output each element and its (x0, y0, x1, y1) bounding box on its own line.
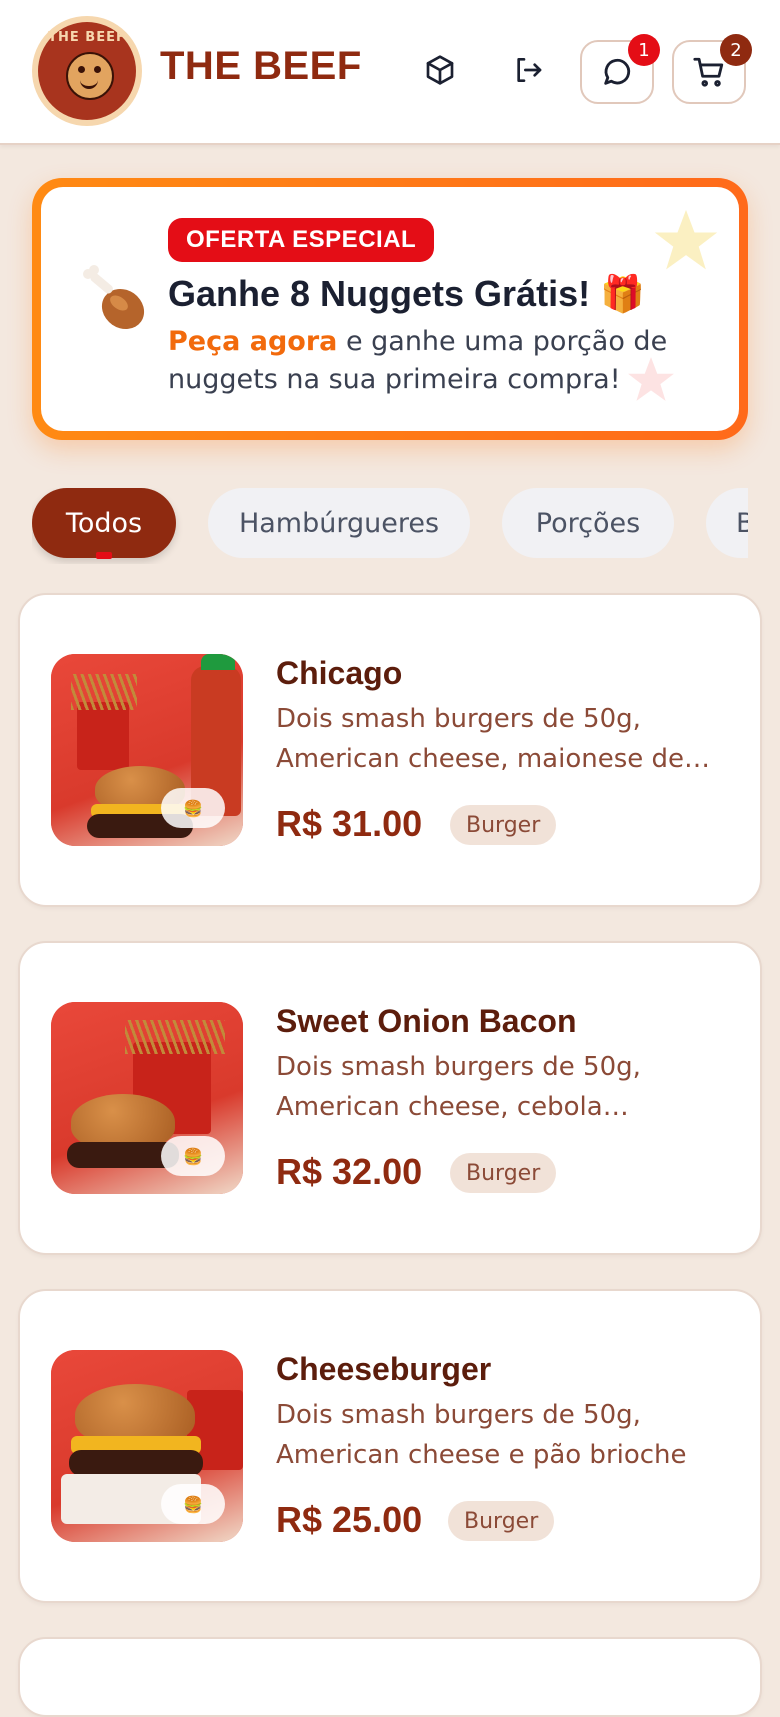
cart-button[interactable]: 2 (672, 34, 752, 104)
tab-porcoes[interactable]: Porções (502, 488, 674, 558)
chat-icon (604, 58, 631, 85)
promo-tag: OFERTA ESPECIAL (168, 218, 435, 262)
product-image: 🍔 (51, 654, 243, 846)
product-description: Dois smash burgers de 50g, American chee… (276, 704, 685, 774)
logout-button[interactable] (508, 50, 548, 90)
product-category-badge: Burger (450, 1153, 557, 1193)
chat-button[interactable]: 1 (580, 34, 660, 104)
app-header: THE BEEF THE BEEF 1 2 (0, 0, 780, 145)
logo-badge: THE BEEF (38, 22, 136, 120)
promo-description: Peça agora e ganhe uma porção de nuggets… (168, 323, 688, 399)
product-image: 🍔 (51, 1002, 243, 1194)
product-price: R$ 25.00 (276, 1499, 423, 1540)
promo-cta-text: Peça agora (168, 326, 338, 357)
product-category-badge: Burger (450, 805, 557, 845)
cart-icon (693, 57, 724, 87)
promo-card: OFERTA ESPECIAL Ganhe 8 Nuggets Grátis! … (41, 187, 739, 431)
logo-text: THE BEEF (48, 30, 126, 45)
product-card[interactable]: 🍔 Chicago Dois smash burgers de 50g, Ame… (18, 593, 762, 907)
burger-emoji-badge: 🍔 (161, 1484, 225, 1524)
mascot-face (66, 52, 114, 100)
star-decoration-icon (654, 209, 718, 270)
product-image: 🍔 (51, 1350, 243, 1542)
burger-emoji-badge: 🍔 (161, 1136, 225, 1176)
chat-badge: 1 (628, 34, 660, 66)
tab-hamburgueres[interactable]: Hambúrgueres (208, 488, 470, 558)
product-name: Sweet Onion Bacon (276, 1003, 577, 1039)
drumstick-icon (83, 265, 145, 330)
brand-name: THE BEEF (160, 44, 362, 88)
product-card[interactable]: 🍔 Sweet Onion Bacon Dois smash burgers d… (18, 941, 762, 1255)
category-tabs: Todos Hambúrgueres Porções Bebidas (32, 488, 748, 564)
box-icon (426, 55, 454, 85)
brand-logo[interactable]: THE BEEF (32, 16, 142, 126)
product-card[interactable]: 🍔 Cheeseburger Dois smash burgers de 50g… (18, 1289, 762, 1603)
logout-icon (517, 58, 542, 82)
product-description: Dois smash burgers de 50g, American chee… (276, 1400, 687, 1470)
product-name: Chicago (276, 655, 403, 691)
orders-button[interactable] (420, 50, 460, 90)
promo-title: Ganhe 8 Nuggets Grátis! 🎁 (168, 273, 645, 314)
promo-banner[interactable]: OFERTA ESPECIAL Ganhe 8 Nuggets Grátis! … (32, 178, 748, 440)
product-price: R$ 31.00 (276, 803, 423, 844)
active-tab-indicator (96, 552, 112, 559)
tab-todos[interactable]: Todos (32, 488, 176, 558)
cart-badge: 2 (720, 34, 752, 66)
product-description: Dois smash burgers de 50g, American chee… (276, 1052, 641, 1122)
product-card[interactable] (18, 1637, 762, 1717)
product-name: Cheeseburger (276, 1351, 492, 1387)
product-category-badge: Burger (448, 1501, 555, 1541)
burger-emoji-badge: 🍔 (161, 788, 225, 828)
product-price: R$ 32.00 (276, 1151, 423, 1192)
tab-bebidas[interactable]: Bebidas (706, 488, 748, 558)
